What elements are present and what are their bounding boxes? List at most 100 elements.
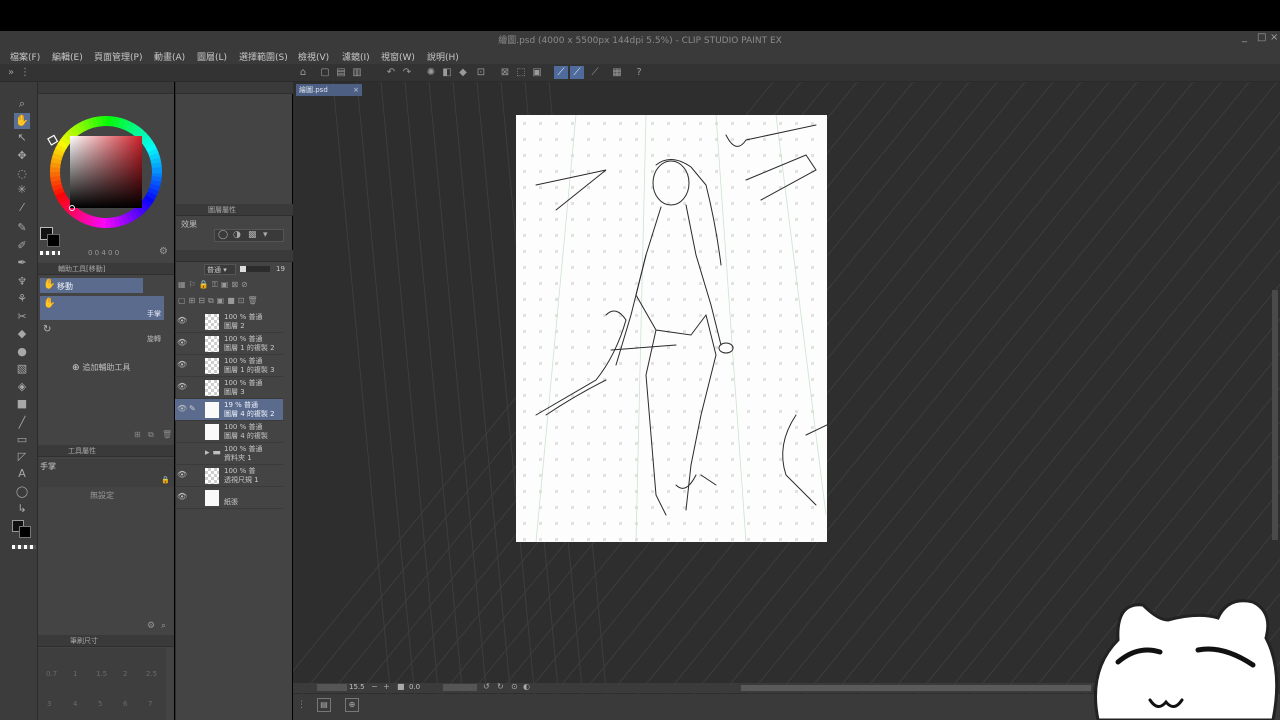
help-icon[interactable]: ? xyxy=(632,66,646,79)
menu-layer[interactable]: 圖層(L) xyxy=(197,50,227,63)
eye-icon[interactable]: 👁 xyxy=(177,382,187,391)
snap-grid-icon[interactable]: ⟋ xyxy=(588,66,602,79)
layer-row[interactable]: 👁 100 % 普通 圖層 2 xyxy=(175,311,283,333)
tool-settings-icon[interactable]: ⚙ xyxy=(147,621,155,631)
operation-tool-icon[interactable]: ↖ xyxy=(14,130,30,146)
eye-icon[interactable]: 👁 xyxy=(177,404,187,413)
settings-icon[interactable]: ▦ xyxy=(610,66,624,79)
brush-size-cell[interactable]: 1 xyxy=(73,670,77,678)
flip-icon[interactable]: ◐ xyxy=(523,682,530,691)
fit-icon[interactable]: ■ xyxy=(397,682,405,691)
canvas-view-icon[interactable]: ⊕ xyxy=(345,698,359,712)
shape-tool-icon[interactable]: ■ xyxy=(14,396,30,412)
clear-icon[interactable]: ✺ xyxy=(424,66,438,79)
layer-row[interactable]: 👁 100 % 普通 圖層 1 的複製 3 xyxy=(175,355,283,377)
drawing-paper[interactable] xyxy=(516,115,827,542)
layer-action-buttons[interactable]: ▢⊞⊟⧉▣■⊡🗑 xyxy=(178,296,290,307)
close-button[interactable]: × xyxy=(1270,32,1278,43)
eye-icon[interactable]: 👁 xyxy=(177,316,187,325)
text-tool-icon[interactable]: A xyxy=(14,466,30,482)
color-settings-icon[interactable]: ⚙ xyxy=(159,246,168,257)
opacity-slider-handle[interactable] xyxy=(240,266,246,272)
add-subtool-button[interactable]: ⊕ 追加輔助工具 xyxy=(72,362,130,373)
brush-size-cell[interactable]: 3 xyxy=(47,700,51,708)
transparent-color-icon[interactable] xyxy=(12,545,36,549)
brush-size-cell[interactable]: 7 xyxy=(148,700,152,708)
blend-tool-icon[interactable]: ● xyxy=(14,344,30,360)
move-layer-tool-icon[interactable]: ✥ xyxy=(14,148,30,164)
rotation-slider[interactable] xyxy=(443,684,477,691)
brush-size-cell[interactable]: 5 xyxy=(98,700,102,708)
eyedropper-tool-icon[interactable]: ⁄ xyxy=(14,200,30,216)
layer-row[interactable]: ▸ ▬ 100 % 普通 資料夾 1 xyxy=(175,443,283,465)
lasso-tool-icon[interactable]: ◌ xyxy=(14,166,30,182)
ruler-tool-icon[interactable]: ◸ xyxy=(14,449,30,465)
transparent-swatch-icon[interactable] xyxy=(40,251,60,255)
save-icon[interactable]: ▥ xyxy=(350,66,364,79)
brush-size-cell[interactable]: 6 xyxy=(123,700,127,708)
document-tab[interactable]: 繪圖.psd × xyxy=(296,84,362,96)
expand-icon[interactable]: ⋮ xyxy=(297,700,306,710)
effect-buttons[interactable]: ◯ ◑ ▩ ▾ xyxy=(214,229,284,242)
pen-tool-icon[interactable]: ✎ xyxy=(14,220,30,236)
layer-lock-buttons[interactable]: ▦⚐🔒⚿▣⊠⊘ xyxy=(178,280,290,291)
menu-view[interactable]: 檢視(V) xyxy=(298,50,329,63)
zoom-tool-icon[interactable]: ⌕ xyxy=(14,96,30,112)
new-file-icon[interactable]: ▢ xyxy=(318,66,332,79)
zoom-slider[interactable] xyxy=(317,684,347,691)
fill-tool-icon[interactable]: ◈ xyxy=(14,379,30,395)
brush-size-cell[interactable]: 4 xyxy=(73,700,77,708)
subtool-rotate[interactable]: ↻ 旋轉 xyxy=(40,322,164,346)
eraser-tool-icon[interactable]: ◆ xyxy=(14,326,30,342)
color-sub-swatch[interactable] xyxy=(47,234,60,247)
menu-file[interactable]: 檔案(F) xyxy=(10,50,40,63)
eye-icon[interactable]: 👁 xyxy=(177,338,187,347)
layer-row[interactable]: 👁 紙張 xyxy=(175,487,283,509)
rotate-right-icon[interactable]: ↻ xyxy=(497,682,504,691)
rotation-value[interactable]: 0.0 xyxy=(409,683,420,691)
magic-wand-tool-icon[interactable]: ✳ xyxy=(14,182,30,198)
vertical-scrollbar[interactable] xyxy=(1272,290,1278,540)
brush-size-grid[interactable]: 0.7 1 1.5 2 2.5 3 4 5 6 7 xyxy=(38,648,166,720)
tool-search-icon[interactable]: ⌕ xyxy=(161,621,166,631)
menu-animation[interactable]: 動畫(A) xyxy=(154,50,185,63)
panel-toggle-icon[interactable]: » xyxy=(4,66,18,79)
border-effect-icon[interactable]: ◯ xyxy=(218,230,228,240)
snap-special-ruler-icon[interactable]: ⟋ xyxy=(570,66,584,79)
subtool-group-move[interactable]: ✋ 移動 xyxy=(40,278,143,293)
layer-row[interactable]: 100 % 普通 圖層 4 的複製 xyxy=(175,421,283,443)
menu-edit[interactable]: 編輯(E) xyxy=(52,50,83,63)
layer-row[interactable]: 👁 100 % 普通 圖層 1 的複製 2 xyxy=(175,333,283,355)
opacity-slider[interactable] xyxy=(240,266,270,272)
menu-help[interactable]: 說明(H) xyxy=(427,50,459,63)
home-icon[interactable]: ⌂ xyxy=(296,66,310,79)
opacity-value[interactable]: 19 xyxy=(276,265,285,273)
line-tool-icon[interactable]: ╱ xyxy=(14,415,30,431)
layer-color-icon[interactable]: ▩ xyxy=(248,230,257,240)
frame-tool-icon[interactable]: ▭ xyxy=(14,432,30,448)
brush-size-cell[interactable]: 1.5 xyxy=(96,670,107,678)
brush-size-cell[interactable]: 2.5 xyxy=(146,670,157,678)
fill-icon[interactable]: ◆ xyxy=(456,66,470,79)
subtool-hand[interactable]: ✋ 手掌 xyxy=(40,296,164,320)
zoom-out-icon[interactable]: − xyxy=(371,682,378,691)
subtool-duplicate-icon[interactable]: ⧉ xyxy=(148,430,154,440)
gradient-tool-icon[interactable]: ▧ xyxy=(14,361,30,377)
brush-size-cell[interactable]: 2 xyxy=(123,670,127,678)
menu-page[interactable]: 頁面管理(P) xyxy=(94,50,142,63)
brush-tool-icon[interactable]: ✒ xyxy=(14,255,30,271)
brush-size-cell[interactable]: 0.7 xyxy=(46,670,57,678)
eye-icon[interactable]: 👁 xyxy=(177,492,187,501)
eye-icon[interactable]: 👁 xyxy=(177,470,187,479)
layer-row[interactable]: 👁 100 % 普透視尺規 1 xyxy=(175,465,283,487)
balloon-tool-icon[interactable]: ◯ xyxy=(14,484,30,500)
subtool-copy-icon[interactable]: ⊞ xyxy=(134,430,141,439)
hue-marker[interactable] xyxy=(47,134,59,146)
snap-ruler-icon[interactable]: ⟋ xyxy=(554,66,568,79)
zoom-value[interactable]: 15.5 xyxy=(349,683,365,691)
zoom-in-icon[interactable]: + xyxy=(383,682,390,691)
open-file-icon[interactable]: ▤ xyxy=(334,66,348,79)
blend-mode-select[interactable]: 普通 ▾ xyxy=(204,264,236,275)
clear-outside-icon[interactable]: ◧ xyxy=(440,66,454,79)
menu-select[interactable]: 選擇範圍(S) xyxy=(239,50,288,63)
